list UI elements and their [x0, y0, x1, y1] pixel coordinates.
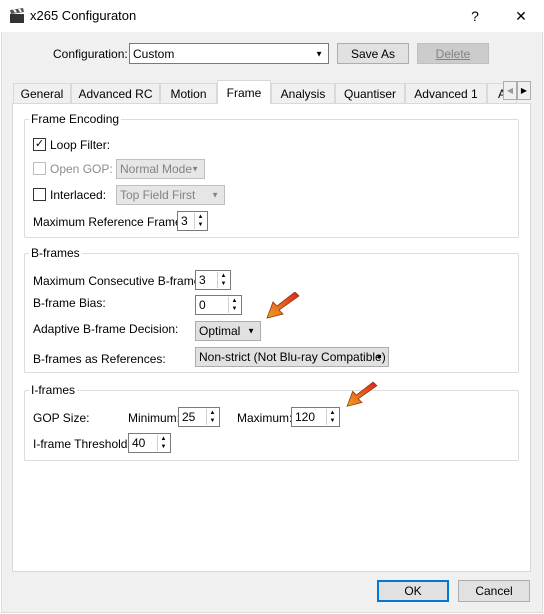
configuration-select[interactable]: Custom ▼	[129, 43, 329, 64]
pointer-arrow-icon	[346, 382, 378, 407]
adaptive-bframe-select[interactable]: Optimal ▼	[195, 321, 261, 341]
title-bar: x265 Configuraton ? ✕	[0, 0, 544, 32]
tab-frame[interactable]: Frame	[217, 80, 271, 104]
bframes-as-references-label: B-frames as References:	[33, 352, 166, 366]
chevron-down-icon: ▼	[315, 49, 323, 58]
max-ref-frames-value: 3	[181, 214, 188, 228]
chevron-down-icon: ▼	[375, 352, 383, 362]
gop-max-value: 120	[295, 410, 316, 424]
tab-scroll-right-icon[interactable]: ▶	[517, 81, 531, 100]
checkmark-icon: ✓	[34, 138, 45, 150]
iframe-threshold-label: I-frame Threshold:	[33, 437, 131, 451]
gop-min-spinner[interactable]: 25 ▲ ▼	[178, 407, 220, 427]
close-icon: ✕	[515, 7, 527, 24]
spinner-arrows-icon[interactable]: ▲ ▼	[217, 272, 229, 288]
spinner-arrows-icon[interactable]: ▲ ▼	[194, 213, 206, 229]
chevron-down-icon: ▼	[247, 326, 255, 336]
interlaced-select[interactable]: Top Field First ▼	[116, 185, 225, 205]
close-button[interactable]: ✕	[498, 0, 544, 32]
spinner-arrows-icon[interactable]: ▲ ▼	[206, 409, 218, 425]
bframe-bias-value: 0	[199, 298, 206, 312]
frame-encoding-title: Frame Encoding	[29, 112, 122, 126]
loop-filter-label: Loop Filter:	[50, 138, 111, 152]
max-ref-frames-label: Maximum Reference Frames:	[33, 215, 192, 229]
tab-advanced-1[interactable]: Advanced 1	[405, 83, 487, 103]
tab-scroller: ◀ ▶	[503, 81, 531, 100]
tab-quantiser[interactable]: Quantiser	[335, 83, 405, 103]
adaptive-bframe-label: Adaptive B-frame Decision:	[33, 322, 179, 336]
iframes-title: I-frames	[29, 383, 78, 397]
tab-analysis[interactable]: Analysis	[271, 83, 335, 103]
cancel-button[interactable]: Cancel	[458, 580, 530, 602]
spinner-arrows-icon[interactable]: ▲ ▼	[228, 297, 240, 313]
help-icon: ?	[471, 8, 479, 24]
chevron-down-icon: ▼	[191, 164, 199, 174]
help-button[interactable]: ?	[452, 0, 498, 32]
delete-label: Delete	[435, 46, 471, 61]
bframes-title: B-frames	[29, 246, 82, 260]
bframe-bias-spinner[interactable]: 0 ▲ ▼	[195, 295, 242, 315]
max-ref-frames-spinner[interactable]: 3 ▲ ▼	[177, 211, 208, 231]
chevron-down-icon: ▼	[211, 190, 219, 200]
iframe-threshold-spinner[interactable]: 40 ▲ ▼	[128, 433, 171, 453]
bframes-as-references-value: Non-strict (Not Blu-ray Compatible)	[199, 350, 386, 364]
max-consecutive-bframes-label: Maximum Consecutive B-frames:	[33, 274, 210, 288]
gop-max-label: Maximum:	[237, 411, 293, 425]
spinner-arrows-icon[interactable]: ▲ ▼	[157, 435, 169, 451]
open-gop-value: Normal Mode	[120, 162, 193, 176]
gop-min-label: Minimum:	[128, 411, 181, 425]
open-gop-label: Open GOP:	[50, 162, 113, 176]
interlaced-label: Interlaced:	[50, 188, 107, 202]
interlaced-value: Top Field First	[120, 188, 196, 202]
gop-max-spinner[interactable]: 120 ▲ ▼	[291, 407, 340, 427]
open-gop-checkbox[interactable]	[33, 162, 46, 175]
configuration-label: Configuration:	[53, 47, 128, 61]
ok-button[interactable]: OK	[377, 580, 449, 602]
window-title: x265 Configuraton	[30, 8, 137, 23]
max-consecutive-bframes-value: 3	[199, 273, 206, 287]
iframe-threshold-value: 40	[132, 436, 146, 450]
interlaced-checkbox[interactable]	[33, 188, 46, 201]
bframes-as-references-select[interactable]: Non-strict (Not Blu-ray Compatible) ▼	[195, 347, 389, 367]
bframe-bias-label: B-frame Bias:	[33, 296, 106, 310]
clapperboard-icon	[10, 8, 24, 23]
tab-scroll-left-icon[interactable]: ◀	[503, 81, 517, 100]
spinner-arrows-icon[interactable]: ▲ ▼	[326, 409, 338, 425]
open-gop-select[interactable]: Normal Mode ▼	[116, 159, 205, 179]
gop-min-value: 25	[182, 410, 196, 424]
delete-button[interactable]: Delete	[417, 43, 489, 64]
adaptive-bframe-value: Optimal	[199, 324, 241, 338]
configuration-value: Custom	[133, 46, 175, 61]
gop-size-label: GOP Size:	[33, 411, 90, 425]
tab-general[interactable]: General	[13, 83, 71, 103]
loop-filter-checkbox[interactable]: ✓	[33, 138, 46, 151]
tab-advanced-rc[interactable]: Advanced RC	[71, 83, 160, 103]
tab-motion[interactable]: Motion	[160, 83, 217, 103]
pointer-arrow-icon	[266, 292, 300, 319]
max-consecutive-bframes-spinner[interactable]: 3 ▲ ▼	[195, 270, 231, 290]
save-as-button[interactable]: Save As	[337, 43, 409, 64]
